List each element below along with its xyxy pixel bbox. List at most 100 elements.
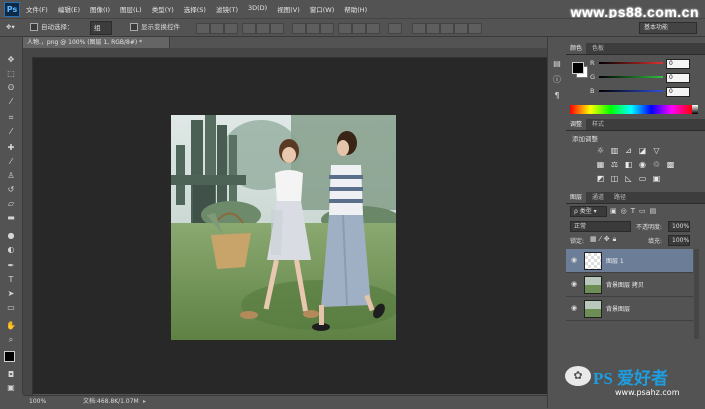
- auto-align-icon[interactable]: [388, 23, 402, 34]
- quick-select-tool-icon[interactable]: ⁄: [5, 97, 17, 107]
- move-tool-icon[interactable]: ✥▾: [6, 21, 15, 33]
- history-brush-tool-icon[interactable]: ↺: [5, 185, 17, 195]
- show-transform-checkbox[interactable]: 显示变换控件: [130, 21, 180, 33]
- layer-filter-icons[interactable]: ▣◎T▭▤: [610, 207, 660, 215]
- menu-item-5[interactable]: 选择(S): [184, 4, 206, 14]
- threshold-icon[interactable]: ◺: [624, 175, 633, 183]
- shape-tool-icon[interactable]: ▭: [5, 303, 17, 313]
- clone-stamp-tool-icon[interactable]: ♙: [5, 171, 17, 181]
- distribute-vcenter-icon[interactable]: [306, 23, 320, 34]
- gradient-map-icon[interactable]: ▭: [638, 175, 647, 183]
- grayscale-ramp[interactable]: [692, 105, 698, 114]
- visibility-eye-icon[interactable]: ◉: [570, 280, 578, 288]
- tab-swatches[interactable]: 色板: [588, 43, 608, 54]
- align-left-icon[interactable]: [242, 23, 256, 34]
- brush-tool-icon[interactable]: ⁄: [5, 157, 17, 167]
- align-vcenter-icon[interactable]: [210, 23, 224, 34]
- photo-filter-icon[interactable]: ◉: [638, 161, 647, 169]
- visibility-eye-icon[interactable]: ◉: [570, 304, 578, 312]
- auto-select-dropdown[interactable]: 组: [90, 21, 112, 35]
- eyedropper-tool-icon[interactable]: ⁄: [5, 127, 17, 137]
- 3d-pan-icon[interactable]: [454, 23, 468, 34]
- layer-row-1[interactable]: ◉ 图层 1: [566, 249, 693, 273]
- document-info[interactable]: 文档:468.8K/1.07M: [83, 396, 139, 408]
- visibility-eye-icon[interactable]: ◉: [570, 256, 578, 264]
- distribute-hcenter-icon[interactable]: [352, 23, 366, 34]
- 3d-rotate-icon[interactable]: [426, 23, 440, 34]
- menu-item-1[interactable]: 编辑(E): [58, 4, 80, 14]
- marquee-tool-icon[interactable]: ⬚: [5, 69, 17, 79]
- channel-r-slider[interactable]: [599, 62, 663, 64]
- align-hcenter-icon[interactable]: [256, 23, 270, 34]
- distribute-top-icon[interactable]: [292, 23, 306, 34]
- zoom-level[interactable]: 100%: [29, 396, 46, 408]
- healing-brush-tool-icon[interactable]: ✚: [5, 143, 17, 153]
- document-tab[interactable]: 人物.，png @ 100% (图层 1, RGB/8#) *: [23, 37, 170, 48]
- channel-r-value[interactable]: 0: [666, 59, 690, 69]
- path-select-tool-icon[interactable]: ➤: [5, 289, 17, 299]
- menu-item-6[interactable]: 滤镜(T): [216, 4, 238, 14]
- menu-item-3[interactable]: 图层(L): [120, 4, 142, 14]
- character-panel-icon[interactable]: ¶: [551, 91, 563, 101]
- tab-styles[interactable]: 样式: [588, 119, 608, 130]
- fill-input[interactable]: 100%: [668, 235, 690, 246]
- menu-item-8[interactable]: 视图(V): [277, 4, 300, 14]
- brightness-icon[interactable]: ☼: [596, 147, 605, 155]
- color-lookup-icon[interactable]: ▩: [666, 161, 675, 169]
- canvas-photo[interactable]: [171, 115, 396, 340]
- tab-color[interactable]: 颜色: [566, 43, 587, 54]
- lock-icons[interactable]: ▦⁄✥🔒︎: [590, 235, 619, 244]
- move-tool-icon[interactable]: ✥: [5, 55, 17, 65]
- gradient-tool-icon[interactable]: ▬: [5, 213, 17, 223]
- black-white-icon[interactable]: ◧: [624, 161, 633, 169]
- quick-mask-icon[interactable]: ◘: [5, 370, 17, 380]
- color-spectrum-bar[interactable]: [570, 105, 692, 114]
- tab-paths[interactable]: 路径: [610, 192, 630, 203]
- screen-mode-icon[interactable]: ▣: [5, 383, 17, 393]
- channel-mixer-icon[interactable]: ♲: [652, 161, 661, 169]
- auto-select-checkbox[interactable]: 自动选择：: [30, 21, 74, 33]
- color-foreground-swatch[interactable]: [572, 62, 584, 74]
- foreground-color-swatch[interactable]: [4, 351, 15, 362]
- selective-color-icon[interactable]: ▣: [652, 175, 661, 183]
- pen-tool-icon[interactable]: ✒: [5, 261, 17, 271]
- tab-adjustments[interactable]: 调整: [566, 119, 587, 130]
- menu-item-7[interactable]: 3D(D): [248, 4, 267, 14]
- dodge-tool-icon[interactable]: ◐: [5, 245, 17, 255]
- vibrance-icon[interactable]: ▽: [652, 147, 661, 155]
- menu-item-2[interactable]: 图像(I): [90, 4, 110, 14]
- exposure-icon[interactable]: ◪: [638, 147, 647, 155]
- distribute-bottom-icon[interactable]: [320, 23, 334, 34]
- posterize-icon[interactable]: ◫: [610, 175, 619, 183]
- 3d-mode-icon[interactable]: [412, 23, 426, 34]
- tab-channels[interactable]: 通道: [588, 192, 608, 203]
- opacity-input[interactable]: 100%: [668, 221, 690, 232]
- type-tool-icon[interactable]: T: [5, 275, 17, 285]
- distribute-right-icon[interactable]: [366, 23, 380, 34]
- hand-tool-icon[interactable]: ✋: [5, 321, 17, 331]
- hue-saturation-icon[interactable]: ▦: [596, 161, 605, 169]
- workspace-switcher[interactable]: 基本功能: [639, 22, 697, 34]
- blur-tool-icon[interactable]: ●: [5, 231, 17, 241]
- zoom-tool-icon[interactable]: ⌕: [5, 335, 17, 345]
- eraser-tool-icon[interactable]: ▱: [5, 199, 17, 209]
- layer-kind-filter[interactable]: ρ 类型 ▾: [570, 206, 607, 217]
- channel-g-slider[interactable]: [599, 76, 663, 78]
- menu-item-0[interactable]: 文件(F): [26, 4, 48, 14]
- menu-item-10[interactable]: 帮助(H): [344, 4, 367, 14]
- align-top-icon[interactable]: [196, 23, 210, 34]
- crop-tool-icon[interactable]: ⌗: [5, 113, 17, 123]
- distribute-left-icon[interactable]: [338, 23, 352, 34]
- invert-icon[interactable]: ◩: [596, 175, 605, 183]
- 3d-slide-icon[interactable]: [468, 23, 482, 34]
- blend-mode-select[interactable]: 正常: [570, 221, 631, 232]
- layer-row-3[interactable]: ◉ 背景图层: [566, 297, 693, 321]
- channel-g-value[interactable]: 0: [666, 73, 690, 83]
- history-panel-icon[interactable]: ▤: [551, 59, 563, 69]
- color-balance-icon[interactable]: ⚖: [610, 161, 619, 169]
- channel-b-value[interactable]: 0: [666, 87, 690, 97]
- levels-icon[interactable]: ▥: [610, 147, 619, 155]
- tab-layers[interactable]: 图层: [566, 192, 587, 203]
- status-arrow-icon[interactable]: ▸: [143, 396, 146, 408]
- layers-scrollbar[interactable]: [694, 249, 699, 339]
